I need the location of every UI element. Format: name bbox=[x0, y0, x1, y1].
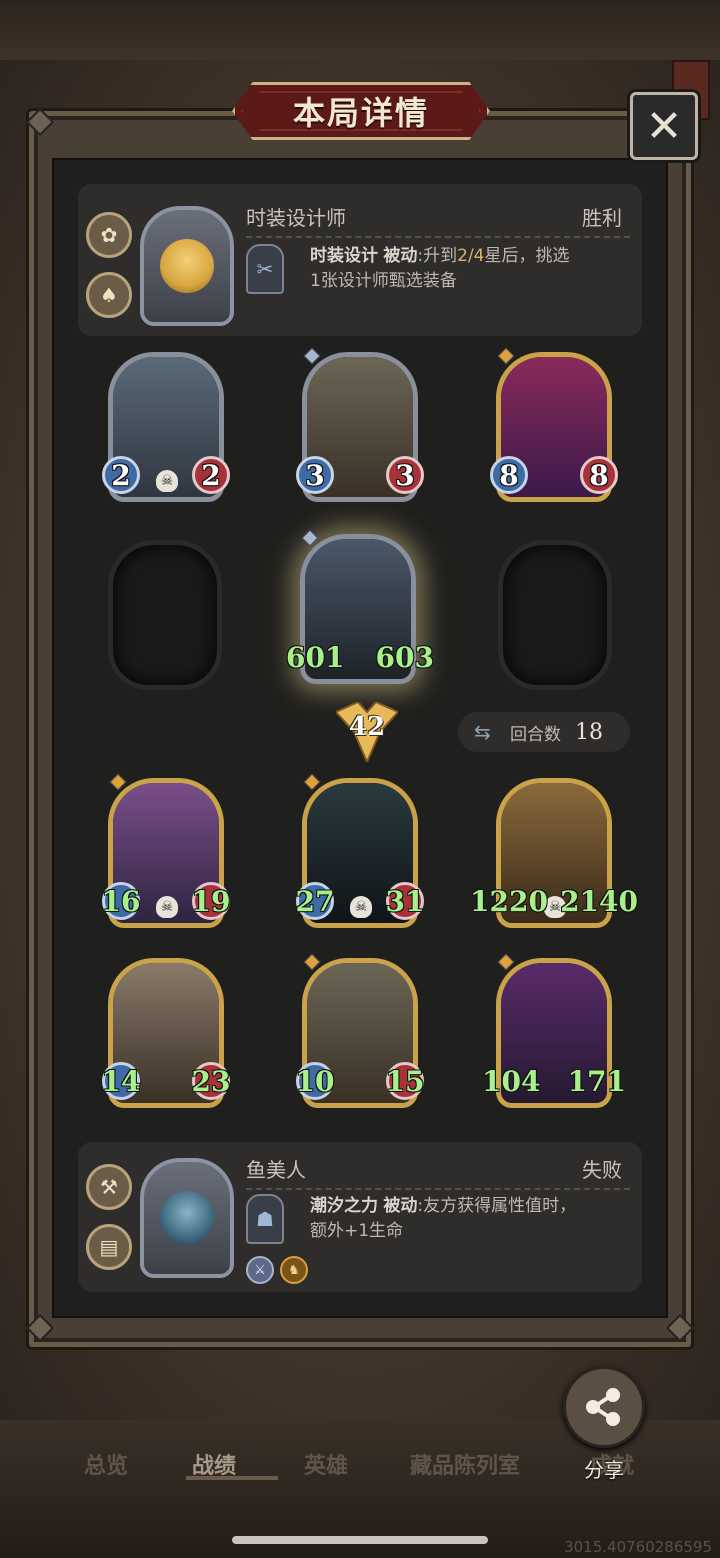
hero-item-book-icon[interactable]: ▤ bbox=[86, 1224, 132, 1270]
nav-active-indicator bbox=[186, 1476, 278, 1480]
share-button[interactable] bbox=[563, 1366, 645, 1448]
attack-value: 27 bbox=[296, 882, 334, 920]
hero-item-card-icon[interactable]: ♠ bbox=[86, 272, 132, 318]
skull-icon: ☠ bbox=[350, 896, 372, 918]
health-value: 3 bbox=[386, 456, 424, 494]
share-label: 分享 bbox=[584, 1458, 624, 1482]
player-hero-name: 时装设计师 bbox=[246, 206, 346, 230]
attack-value: 601 bbox=[286, 640, 345, 674]
divider bbox=[246, 236, 630, 238]
rounds-counter: ⇆ 回合数 18 bbox=[458, 712, 630, 752]
player-skill-icon[interactable]: ✂ bbox=[246, 244, 284, 294]
divider bbox=[246, 1188, 630, 1190]
attack-value: 2 bbox=[102, 456, 140, 494]
minion-card[interactable]: 104 171 bbox=[482, 953, 626, 1108]
health-value: 23 bbox=[192, 1062, 230, 1100]
close-button[interactable]: ✕ bbox=[630, 92, 698, 160]
minion-card[interactable]: 3 3 bbox=[296, 347, 424, 502]
enemy-hero-name: 鱼美人 bbox=[246, 1158, 306, 1182]
nav-tab-collection[interactable]: 藏品陈列室 bbox=[410, 1448, 520, 1480]
nav-tab-overview[interactable]: 总览 bbox=[84, 1448, 128, 1480]
minion-card[interactable]: ☠ 1220 2140 bbox=[470, 778, 638, 928]
buff-sword-icon[interactable]: ⚔ bbox=[246, 1256, 274, 1284]
player-hero-portrait[interactable] bbox=[140, 206, 234, 326]
enemy-skill-icon[interactable]: ☗ bbox=[246, 1194, 284, 1244]
health-value: 31 bbox=[386, 882, 424, 920]
attack-value: 1220 bbox=[470, 884, 548, 918]
health-value: 171 bbox=[567, 1064, 626, 1098]
health-value: 2 bbox=[192, 456, 230, 494]
rounds-value: 18 bbox=[575, 719, 603, 745]
buff-horse-icon[interactable]: ♞ bbox=[280, 1256, 308, 1284]
attack-value: 14 bbox=[102, 1062, 140, 1100]
damage-value: 42 bbox=[348, 712, 386, 742]
attack-value: 8 bbox=[490, 456, 528, 494]
nav-tab-heroes[interactable]: 英雄 bbox=[304, 1448, 348, 1480]
share-icon bbox=[586, 1388, 620, 1426]
close-icon: ✕ bbox=[645, 100, 683, 152]
skull-icon: ☠ bbox=[156, 470, 178, 492]
attack-value: 3 bbox=[296, 456, 334, 494]
empty-slot bbox=[498, 540, 612, 690]
page-title: 本局详情 bbox=[292, 94, 429, 132]
enemy-skill-text: 潮汐之力 被动:友方获得属性值时， 额外+1生命 bbox=[310, 1196, 577, 1241]
minion-card[interactable]: ☠ 2 2 bbox=[102, 352, 230, 502]
health-value: 8 bbox=[580, 456, 618, 494]
attack-value: 16 bbox=[102, 882, 140, 920]
minion-card[interactable]: ☠ 16 19 bbox=[102, 773, 230, 928]
health-value: 15 bbox=[386, 1062, 424, 1100]
minion-card[interactable]: 14 23 bbox=[102, 958, 230, 1108]
attack-value: 104 bbox=[482, 1064, 541, 1098]
build-id: 3015.40760286595 bbox=[564, 1538, 712, 1556]
health-value: 2140 bbox=[560, 884, 638, 918]
health-value: 19 bbox=[192, 882, 230, 920]
player-skill-text: 时装设计 被动:升到2/4星后，挑选 1张设计师甄选装备 bbox=[310, 246, 570, 291]
player-hero-result: 胜利 bbox=[582, 206, 622, 230]
hero-item-anvil-icon[interactable]: ⚒ bbox=[86, 1164, 132, 1210]
minion-card[interactable]: ☠ 27 31 bbox=[296, 773, 424, 928]
enemy-hero-portrait[interactable] bbox=[140, 1158, 234, 1278]
swap-icon: ⇆ bbox=[474, 720, 491, 744]
home-indicator[interactable] bbox=[232, 1536, 488, 1544]
rounds-label: 回合数 bbox=[510, 724, 561, 745]
minion-card[interactable]: 10 15 bbox=[296, 953, 424, 1108]
attacking-minion-card[interactable]: 601 603 bbox=[286, 529, 434, 684]
health-value: 603 bbox=[375, 640, 434, 674]
minion-card[interactable]: 8 8 bbox=[490, 347, 618, 502]
title-banner: 本局详情 bbox=[232, 82, 490, 140]
attack-value: 10 bbox=[296, 1062, 334, 1100]
hero-item-fan-icon[interactable]: ✿ bbox=[86, 212, 132, 258]
enemy-hero-result: 失败 bbox=[582, 1158, 622, 1182]
empty-slot bbox=[108, 540, 222, 690]
skull-icon: ☠ bbox=[156, 896, 178, 918]
